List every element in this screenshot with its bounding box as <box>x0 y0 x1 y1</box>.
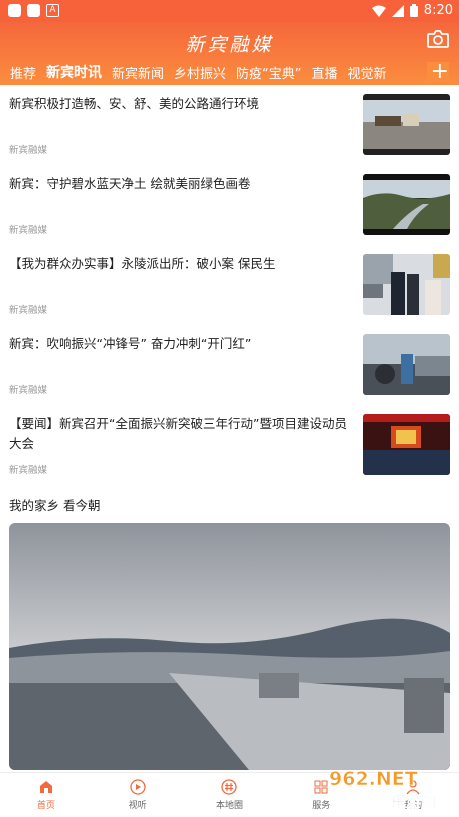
nav-label: 视听 <box>128 801 147 811</box>
news-item[interactable]: 【我为群众办实事】永陵派出所：破小案 保民生 新宾融媒 <box>0 245 459 325</box>
news-thumbnail <box>363 174 450 235</box>
watermark-line1: 962.NET <box>329 768 418 790</box>
tab-live[interactable]: 直播 <box>312 63 338 82</box>
news-source: 新宾融媒 <box>9 385 48 396</box>
app-notification-icon: A <box>46 4 59 17</box>
news-title: 新宾：守护碧水蓝天净土 绘就美丽绿色画卷 <box>9 176 251 191</box>
news-list: 新宾积极打造畅、安、舒、美的公路通行环境 新宾融媒 新宾：守护碧水蓝天净土 绘就… <box>0 85 459 485</box>
news-source: 新宾融媒 <box>9 465 48 476</box>
news-thumbnail <box>363 94 450 155</box>
tab-epidemic-guide[interactable]: 防疫“宝典” <box>236 63 301 82</box>
nav-audio-video[interactable]: 视听 <box>92 773 184 817</box>
news-title: 新宾积极打造畅、安、舒、美的公路通行环境 <box>9 96 260 111</box>
channel-tabs: 推荐 新宾时讯 新宾新闻 乡村振兴 防疫“宝典” 直播 视觉新 <box>0 59 459 88</box>
section-title: 我的家乡 看今朝 <box>9 498 101 513</box>
app-logo: 新宾融媒 <box>185 34 274 56</box>
wifi-icon <box>371 5 386 17</box>
tab-rural-revitalization[interactable]: 乡村振兴 <box>174 63 226 82</box>
nav-label: 本地圈 <box>215 801 243 811</box>
news-title: 【我为群众办实事】永陵派出所：破小案 保民生 <box>9 256 276 271</box>
news-thumbnail <box>363 414 450 475</box>
watermark-line2: 乐游网 <box>391 793 436 811</box>
play-icon <box>130 779 146 795</box>
hash-icon <box>221 779 238 795</box>
tab-xinbin-news[interactable]: 新宾新闻 <box>112 63 164 82</box>
news-thumbnail <box>363 334 450 395</box>
nav-local-circle[interactable]: 本地圈 <box>184 773 276 817</box>
signal-icon <box>391 4 404 17</box>
news-title: 新宾：吹响振兴“冲锋号” 奋力冲刺“开门红” <box>9 336 252 351</box>
news-thumbnail <box>363 254 450 315</box>
hometown-hero-image[interactable] <box>9 523 450 770</box>
status-time: 8:20 <box>423 3 453 18</box>
news-item[interactable]: 新宾：守护碧水蓝天净土 绘就美丽绿色画卷 新宾融媒 <box>0 165 459 245</box>
notification-icon <box>27 4 40 17</box>
site-watermark: 962.NET 乐游网 <box>329 768 437 812</box>
news-title: 【要闻】新宾召开“全面振兴新突破三年行动”暨项目建设动员大会 <box>9 416 347 451</box>
nav-label: 首页 <box>36 801 55 811</box>
tab-recommend[interactable]: 推荐 <box>10 63 36 82</box>
news-item[interactable]: 新宾积极打造畅、安、舒、美的公路通行环境 新宾融媒 <box>0 85 459 165</box>
battery-icon <box>409 4 418 17</box>
add-channel-icon[interactable]: + <box>426 61 449 83</box>
app-header: 新宾融媒 推荐 新宾时讯 新宾新闻 乡村振兴 防疫“宝典” 直播 视觉新 + <box>0 22 459 88</box>
camera-icon[interactable] <box>427 30 449 48</box>
status-bar: A 8:20 <box>0 0 459 22</box>
news-source: 新宾融媒 <box>9 145 48 156</box>
tab-xinbin-news-flash[interactable]: 新宾时讯 <box>46 62 102 88</box>
nav-home[interactable]: 首页 <box>0 773 92 817</box>
news-item[interactable]: 【要闻】新宾召开“全面振兴新突破三年行动”暨项目建设动员大会 新宾融媒 <box>0 405 459 485</box>
home-icon <box>39 781 52 793</box>
notification-icon <box>8 4 21 17</box>
tab-visual[interactable]: 视觉新 <box>348 63 387 82</box>
news-source: 新宾融媒 <box>9 225 48 236</box>
news-source: 新宾融媒 <box>9 305 48 316</box>
news-item[interactable]: 新宾：吹响振兴“冲锋号” 奋力冲刺“开门红” 新宾融媒 <box>0 325 459 405</box>
